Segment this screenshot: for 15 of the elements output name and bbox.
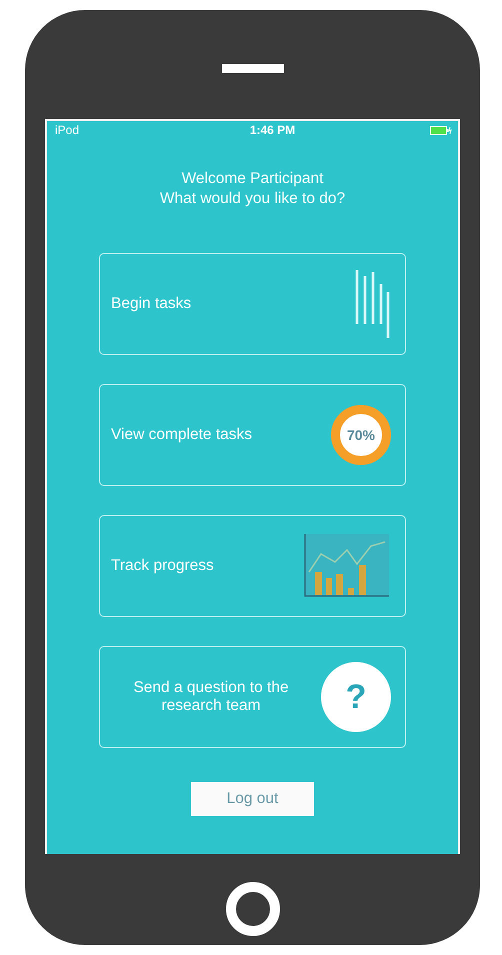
- menu-card[interactable]: Send a question to the research team ?: [99, 646, 406, 748]
- menu-card[interactable]: View complete tasks 70%: [99, 384, 406, 486]
- greeting-text: What would you like to do?: [160, 189, 346, 209]
- clock-time: 1:46 PM: [250, 123, 296, 137]
- speaker-slot: [222, 64, 284, 73]
- bar-chart-icon: [303, 532, 391, 600]
- logout-button[interactable]: Log out: [191, 782, 314, 816]
- battery-icon: [430, 126, 452, 134]
- greeting-text: Welcome Participant: [180, 169, 324, 189]
- home-button[interactable]: [226, 882, 280, 936]
- help-badge: ?: [321, 662, 391, 732]
- menu-card[interactable]: Track progress: [99, 515, 406, 617]
- menu-card[interactable]: Begin tasks: [99, 253, 406, 355]
- carrier-label: iPod: [55, 123, 80, 137]
- percent-badge: 70%: [331, 405, 391, 465]
